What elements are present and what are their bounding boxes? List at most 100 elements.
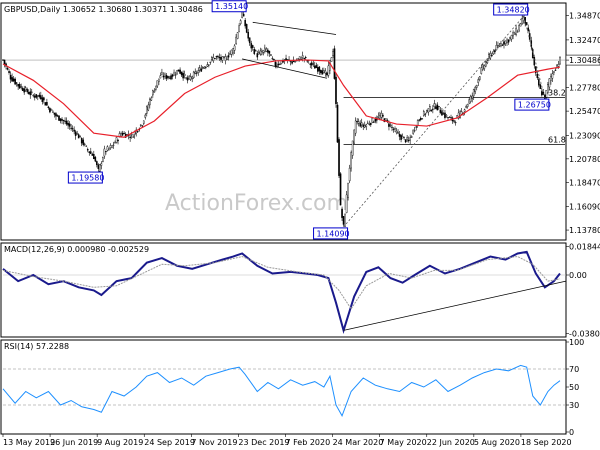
candle-body <box>71 128 74 130</box>
candle-body <box>294 61 296 63</box>
candle-body <box>397 132 399 134</box>
candle-body <box>533 56 536 66</box>
candle-body <box>74 131 77 136</box>
candle-body <box>521 18 523 24</box>
candle-body <box>350 152 352 169</box>
candle-body <box>491 54 493 56</box>
candle-body <box>303 58 306 60</box>
candle-body <box>67 123 69 126</box>
candle-body <box>130 133 133 136</box>
candle-body <box>480 67 483 74</box>
candle-body <box>37 95 39 97</box>
candle-body <box>553 71 555 73</box>
candle-body <box>559 57 561 65</box>
candle-body <box>241 11 243 18</box>
candle-body <box>253 49 256 54</box>
candle-body <box>324 70 327 74</box>
rsi-panel-frame <box>0 339 567 435</box>
rsi-y-tick-label: 70 <box>569 365 579 374</box>
candle-body <box>242 13 245 17</box>
candle-body <box>129 136 131 139</box>
candle-body <box>115 137 118 143</box>
candle-body <box>191 76 193 79</box>
candle-body <box>483 65 486 69</box>
candle-body <box>433 103 436 107</box>
candle-body <box>20 86 22 88</box>
macd-y-tick-label: 0.00 <box>569 271 587 280</box>
macd-y-axis: 0.0184420.00-0.038095 <box>566 243 600 339</box>
candle-body <box>495 45 498 51</box>
candle-body <box>239 20 242 24</box>
candle-body <box>341 208 343 218</box>
candle-body <box>94 157 97 162</box>
candle-body <box>389 124 392 127</box>
candle-body <box>223 56 225 59</box>
candle-body <box>265 48 268 52</box>
candle-body <box>47 106 50 109</box>
candle-body <box>233 45 236 51</box>
candle-body <box>56 115 59 117</box>
macd-y-tick-label: 0.018442 <box>569 243 600 252</box>
candle-body <box>141 125 144 127</box>
rsi-header: RSI(14) 57.2288 <box>4 342 69 351</box>
candle-body <box>498 45 501 47</box>
candle-body <box>512 32 514 37</box>
candle-body <box>97 164 100 169</box>
candle-body <box>315 65 318 69</box>
candle-body <box>212 57 215 61</box>
candle-body <box>46 102 48 106</box>
candle-body <box>158 78 160 83</box>
candle-body <box>205 66 207 68</box>
rsi-y-axis: 100 70 50 30 0 <box>566 338 584 437</box>
candle-body <box>438 106 440 108</box>
candle-body <box>43 97 45 101</box>
candle-body <box>427 108 430 113</box>
candle-body <box>412 129 414 134</box>
candle-body <box>53 112 56 115</box>
macd-panel-frame <box>0 242 567 338</box>
candle-body <box>132 136 134 138</box>
x-tick-label: 24 Mar 2020 <box>333 438 384 447</box>
candle-body <box>274 61 277 67</box>
candle-body <box>120 133 122 137</box>
candle-body <box>279 63 281 65</box>
candle-body <box>501 44 504 46</box>
x-tick-label: 22 Jun 2020 <box>427 438 475 447</box>
candle-body <box>348 167 351 182</box>
candle-body <box>289 60 292 63</box>
candle-body <box>362 124 365 127</box>
candle-body <box>123 132 125 134</box>
x-tick-label: 18 Sep 2020 <box>521 438 572 447</box>
candle-body <box>419 117 422 120</box>
candle-body <box>58 115 60 121</box>
candle-body <box>257 52 260 55</box>
candle-body <box>183 73 186 77</box>
date-axis: 13 May 201926 Jun 20199 Aug 2019 24 Sep 2… <box>2 434 572 447</box>
candle-body <box>377 116 380 118</box>
candle-body <box>62 120 65 122</box>
candle-body <box>400 135 402 140</box>
candle-body <box>198 67 201 71</box>
candle-body <box>545 89 548 98</box>
candle-body <box>445 115 448 117</box>
candle-body <box>370 122 372 125</box>
candle-body <box>385 118 387 121</box>
candle-body <box>330 57 333 62</box>
candle-body <box>23 88 25 93</box>
macd-lines <box>2 250 567 334</box>
candle-body <box>27 92 30 95</box>
y-tick-label: 1.20780 <box>569 155 600 164</box>
candle-body <box>105 151 107 153</box>
candle-body <box>471 95 474 99</box>
y-tick-label: 1.32470 <box>569 36 600 45</box>
candle-body <box>345 194 348 213</box>
candle-body <box>83 143 86 145</box>
candle-body <box>398 133 401 137</box>
candle-body <box>189 76 192 80</box>
candle-body <box>268 50 271 54</box>
candle-body <box>96 161 98 166</box>
candle-body <box>478 76 481 80</box>
x-tick-label: 9 Aug 2019 <box>97 438 143 447</box>
candle-body <box>208 64 210 66</box>
candle-body <box>321 70 324 75</box>
